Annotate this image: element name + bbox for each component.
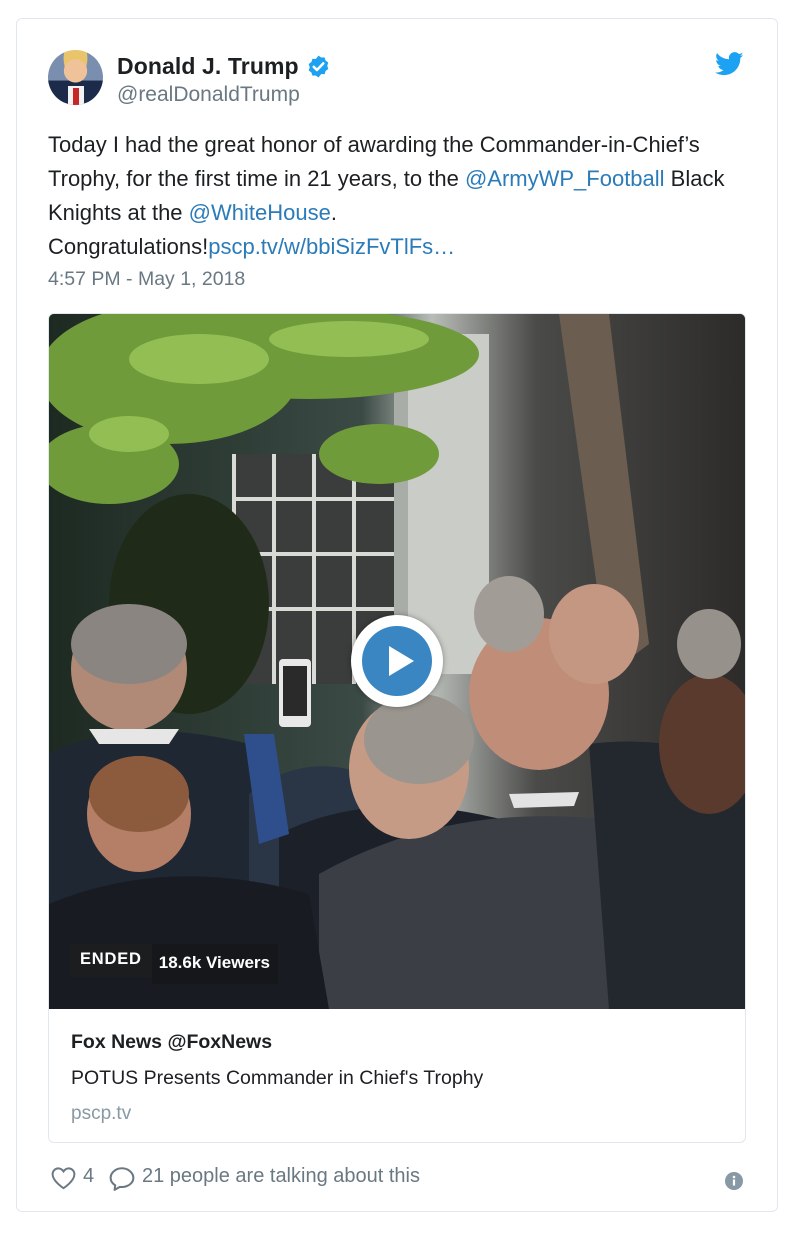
embedded-tweet: Donald J. Trump @realDonaldTrump Today I… — [16, 18, 778, 1212]
viewer-count: 18.6k Viewers — [151, 944, 278, 984]
tweet-timestamp[interactable]: 4:57 PM - May 1, 2018 — [48, 268, 245, 291]
author-name[interactable]: Donald J. Trump — [117, 53, 299, 80]
card-title[interactable]: Fox News @FoxNews — [71, 1031, 725, 1054]
play-icon — [389, 646, 414, 676]
play-circle — [362, 626, 432, 696]
broadcast-status: ENDED 18.6k Viewers — [70, 944, 278, 984]
avatar-tie — [73, 88, 79, 105]
mention-whitehouse[interactable]: @WhiteHouse — [189, 200, 331, 225]
heart-icon[interactable] — [50, 1166, 77, 1190]
info-icon[interactable] — [725, 1172, 743, 1190]
mention-armywp-football[interactable]: @ArmyWP_Football — [465, 166, 665, 191]
author-info[interactable]: Donald J. Trump @realDonaldTrump — [117, 53, 331, 107]
author-handle[interactable]: @realDonaldTrump — [117, 83, 331, 107]
verified-badge-icon — [308, 55, 328, 78]
reply-bubble-icon[interactable] — [108, 1166, 136, 1191]
tweet-header: Donald J. Trump @realDonaldTrump — [48, 50, 746, 110]
conversation-link[interactable]: 21 people are talking about this — [142, 1165, 420, 1188]
tweet-text: Today I had the great honor of awarding … — [48, 128, 738, 264]
periscope-card[interactable]: ENDED 18.6k Viewers Fox News @FoxNews PO… — [48, 313, 746, 1143]
card-description: POTUS Presents Commander in Chief's Trop… — [71, 1067, 484, 1089]
twitter-bird-icon[interactable] — [715, 52, 744, 76]
like-count[interactable]: 4 — [83, 1165, 94, 1188]
play-button[interactable] — [351, 615, 443, 707]
periscope-link[interactable]: pscp.tv/w/bbiSizFvTlFs… — [208, 234, 455, 259]
video-thumbnail[interactable]: ENDED 18.6k Viewers — [49, 314, 745, 1009]
status-badge: ENDED — [70, 944, 152, 977]
card-info[interactable]: Fox News @FoxNews POTUS Presents Command… — [71, 1031, 725, 1125]
author-name-row: Donald J. Trump — [117, 53, 331, 80]
tweet-footer: 4 21 people are talking about this — [48, 1160, 747, 1194]
card-domain: pscp.tv — [71, 1103, 132, 1124]
author-avatar[interactable] — [48, 50, 103, 105]
